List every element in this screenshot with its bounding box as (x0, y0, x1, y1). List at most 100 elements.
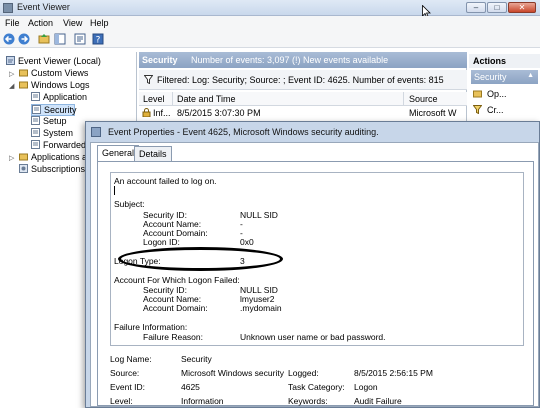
folder-icon (19, 69, 28, 77)
tab-general[interactable]: General (97, 145, 140, 161)
event-viewer-icon (6, 56, 15, 65)
show-hide-tree-icon[interactable] (54, 33, 66, 45)
event-properties-icon (91, 127, 101, 137)
dialog-titlebar[interactable]: Event Properties - Event 4625, Microsoft… (86, 122, 539, 142)
actions-header: Actions (469, 54, 540, 68)
collapse-arrow-icon[interactable]: ◢ (9, 82, 14, 90)
tree-label: Setup (43, 116, 67, 126)
tree-item-application[interactable]: Application (31, 92, 87, 104)
filter-create-icon (473, 105, 482, 114)
tree-item-root[interactable]: Event Viewer (Local) (6, 56, 101, 68)
table-row[interactable]: Inf... 8/5/2015 3:07:30 PM Microsoft W (139, 106, 467, 119)
log-name: Security (142, 55, 178, 65)
tree-item-apps-services[interactable]: Applications a (19, 152, 87, 164)
tab-details[interactable]: Details (134, 146, 172, 161)
collapse-up-icon[interactable]: ▲ (527, 72, 534, 79)
column-divider[interactable] (403, 92, 404, 106)
event-viewer-app-icon (3, 3, 13, 13)
action-label: Cr... (487, 105, 504, 115)
forward-arrow-icon[interactable] (18, 33, 30, 45)
tree-label: Security (44, 105, 77, 115)
column-level[interactable]: Level (143, 94, 165, 104)
tree-item-subscriptions[interactable]: Subscriptions (19, 164, 85, 176)
tree-item-setup[interactable]: Setup (31, 116, 67, 128)
logged-label: Logged: (288, 368, 319, 378)
actions-section-security[interactable]: Security ▲ (471, 70, 538, 84)
logged-value[interactable]: 8/5/2015 2:56:15 PM (354, 368, 433, 378)
level-value[interactable]: Information (181, 396, 224, 406)
log-icon (31, 140, 40, 149)
action-create-custom-view[interactable]: Cr... (473, 105, 504, 115)
minimize-button[interactable]: – (466, 2, 486, 13)
folder-icon (19, 153, 28, 161)
open-folder-icon (473, 90, 482, 98)
filter-bar: Filtered: Log: Security; Source: ; Event… (139, 70, 467, 90)
keywords-value[interactable]: Audit Failure (354, 396, 402, 406)
log-header: Security Number of events: 3,097 (!) New… (139, 52, 467, 68)
filter-icon (144, 75, 153, 84)
description-intro: An account failed to log on. (114, 176, 217, 186)
log-icon (31, 116, 40, 125)
level-label: Level: (110, 396, 133, 406)
failure-info-heading: Failure Information: (114, 322, 188, 332)
field-value: NULL SID (240, 210, 278, 220)
field-label: Account Domain: (143, 303, 208, 313)
log-name-label: Log Name: (110, 354, 152, 364)
dialog-title: Event Properties - Event 4625, Microsoft… (108, 127, 379, 137)
tree-label: Application (43, 92, 88, 102)
field-label: Logon ID: (143, 237, 180, 247)
column-divider[interactable] (172, 92, 173, 106)
menu-file[interactable]: File (5, 18, 20, 28)
task-category-label: Task Category: (288, 382, 345, 392)
action-open-saved-log[interactable]: Op... (473, 89, 507, 99)
properties-icon[interactable] (74, 33, 86, 45)
column-source[interactable]: Source (409, 94, 438, 104)
event-id-label: Event ID: (110, 382, 145, 392)
field-value: .mydomain (240, 303, 282, 313)
failure-reason-value: Unknown user name or bad password. (240, 332, 386, 342)
expand-arrow-icon[interactable]: ▷ (9, 154, 14, 162)
tree-item-forwarded[interactable]: Forwarded (31, 140, 86, 152)
row-level: Inf... (153, 108, 171, 118)
help-icon[interactable]: ? (92, 33, 104, 45)
event-id-value[interactable]: 4625 (181, 382, 200, 392)
event-description-textbox[interactable]: An account failed to log on. Subject: Se… (110, 172, 524, 346)
tree-item-security[interactable]: Security (31, 104, 77, 116)
log-icon (31, 128, 40, 137)
lock-icon (142, 108, 151, 117)
log-name-value[interactable]: Security (181, 354, 212, 364)
back-arrow-icon[interactable] (3, 33, 15, 45)
menu-view[interactable]: View (63, 18, 82, 28)
tree-label: Custom Views (31, 68, 89, 78)
row-source: Microsoft W (409, 108, 457, 118)
tree-item-system[interactable]: System (31, 128, 73, 140)
field-value: 0x0 (240, 237, 254, 247)
toolbar: ? (0, 30, 540, 48)
filter-text: Filtered: Log: Security; Source: ; Event… (157, 75, 444, 85)
menu-help[interactable]: Help (90, 18, 109, 28)
folder-open-icon (19, 81, 28, 89)
log-icon (31, 92, 40, 101)
highlight-ellipse (118, 247, 283, 271)
action-label: Op... (487, 89, 507, 99)
menu-action[interactable]: Action (28, 18, 53, 28)
tree-label: Subscriptions (31, 164, 86, 174)
task-category-value[interactable]: Logon (354, 382, 378, 392)
tree-label: Applications a (31, 152, 88, 162)
subject-heading: Subject: (114, 199, 145, 209)
close-button[interactable]: ✕ (508, 2, 536, 13)
up-folder-icon[interactable] (38, 33, 50, 45)
text-caret (114, 186, 115, 195)
source-value[interactable]: Microsoft Windows security (181, 368, 284, 378)
row-date-time: 8/5/2015 3:07:30 PM (177, 108, 261, 118)
subscriptions-icon (19, 164, 28, 173)
tree-item-custom-views[interactable]: Custom Views (19, 68, 88, 80)
maximize-button[interactable]: □ (487, 2, 507, 13)
window-titlebar: Event Viewer – □ ✕ (0, 0, 540, 16)
event-properties-dialog: Event Properties - Event 4625, Microsoft… (85, 121, 540, 408)
log-icon (32, 105, 41, 114)
column-date-time[interactable]: Date and Time (177, 94, 236, 104)
tree-item-windows-logs[interactable]: Windows Logs (19, 80, 90, 92)
keywords-label: Keywords: (288, 396, 328, 406)
expand-arrow-icon[interactable]: ▷ (9, 70, 14, 78)
